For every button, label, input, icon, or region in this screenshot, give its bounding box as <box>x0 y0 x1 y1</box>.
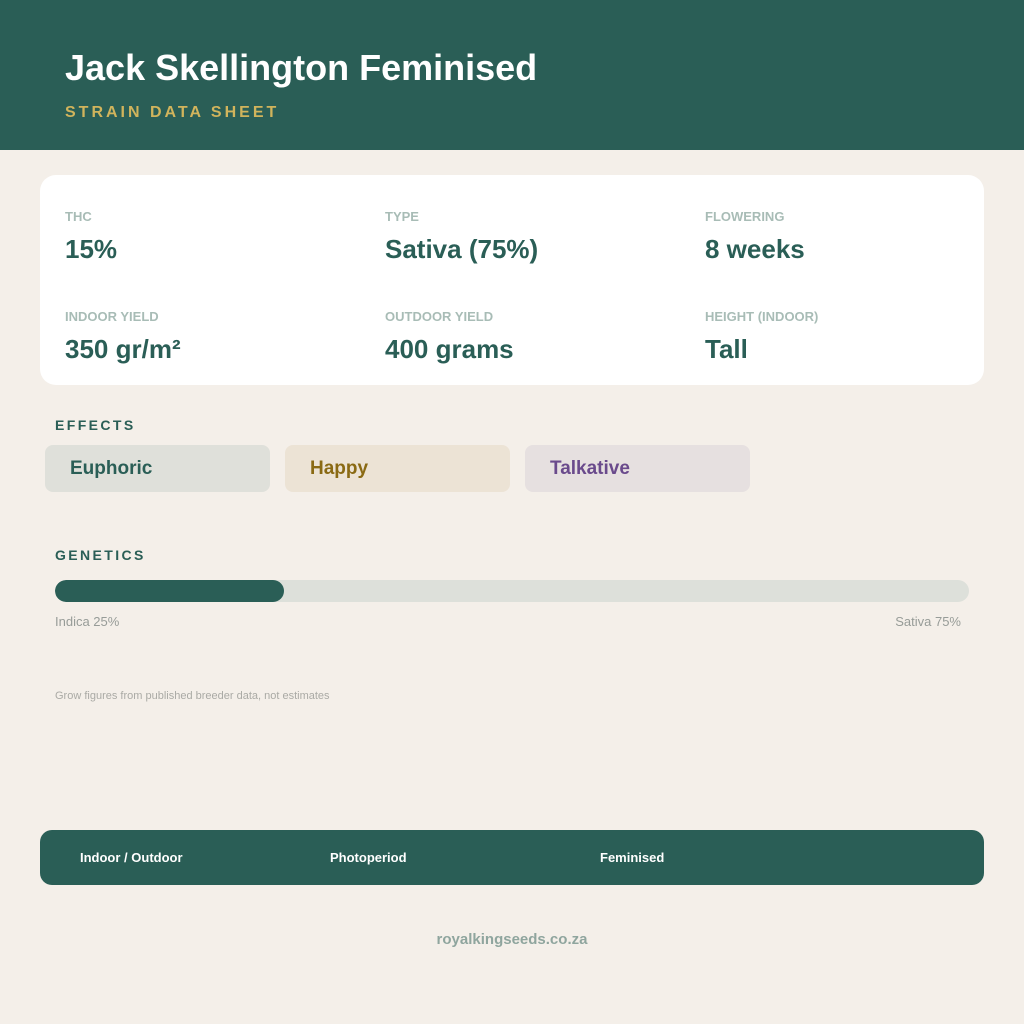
genetics-bar <box>55 580 969 602</box>
stat-value: Tall <box>705 334 748 364</box>
effect-pill-happy: Happy <box>285 445 510 492</box>
page-title: Jack Skellington Feminised <box>65 47 538 88</box>
attribute-photoperiod: Photoperiod <box>330 850 407 865</box>
effects-section-label: EFFECTS <box>55 417 136 433</box>
effect-pill-euphoric: Euphoric <box>45 445 270 492</box>
attribute-environment: Indoor / Outdoor <box>80 850 183 865</box>
stat-type: TYPE Sativa (75%) <box>385 209 685 264</box>
stats-card: THC 15% TYPE Sativa (75%) FLOWERING 8 we… <box>40 175 984 385</box>
stat-thc: THC 15% <box>65 209 365 264</box>
attribute-feminised: Feminised <box>600 850 665 865</box>
stat-value: 400 grams <box>385 334 514 364</box>
stat-label: THC <box>65 209 92 224</box>
stat-value: 15% <box>65 234 118 264</box>
genetics-indica-label: Indica 25% <box>55 614 120 629</box>
header: Jack Skellington Feminised STRAIN DATA S… <box>0 0 1024 150</box>
stat-height: HEIGHT (INDOOR) Tall <box>705 309 1005 364</box>
stat-value: Sativa (75%) <box>385 234 539 264</box>
stat-flowering: FLOWERING 8 weeks <box>705 209 1005 264</box>
genetics-sativa-label: Sativa 75% <box>895 614 961 629</box>
stat-label: FLOWERING <box>705 209 785 224</box>
stat-label: HEIGHT (INDOOR) <box>705 309 819 324</box>
genetics-bar-indica-fill <box>55 580 284 602</box>
stat-label: TYPE <box>385 209 419 224</box>
website-link[interactable]: royalkingseeds.co.za <box>0 931 1024 948</box>
stat-indoor-yield: INDOOR YIELD 350 gr/m² <box>65 309 365 364</box>
stat-value: 8 weeks <box>705 234 805 264</box>
effect-pill-talkative: Talkative <box>525 445 750 492</box>
stat-label: OUTDOOR YIELD <box>385 309 494 324</box>
footer-attributes-bar: Indoor / Outdoor Photoperiod Feminised <box>40 830 984 885</box>
stat-label: INDOOR YIELD <box>65 309 159 324</box>
stat-outdoor-yield: OUTDOOR YIELD 400 grams <box>385 309 685 364</box>
page-subtitle: STRAIN DATA SHEET <box>65 104 280 121</box>
genetics-section-label: GENETICS <box>55 547 146 563</box>
stat-value: 350 gr/m² <box>65 334 181 364</box>
data-source-note: Grow figures from published breeder data… <box>55 690 330 702</box>
